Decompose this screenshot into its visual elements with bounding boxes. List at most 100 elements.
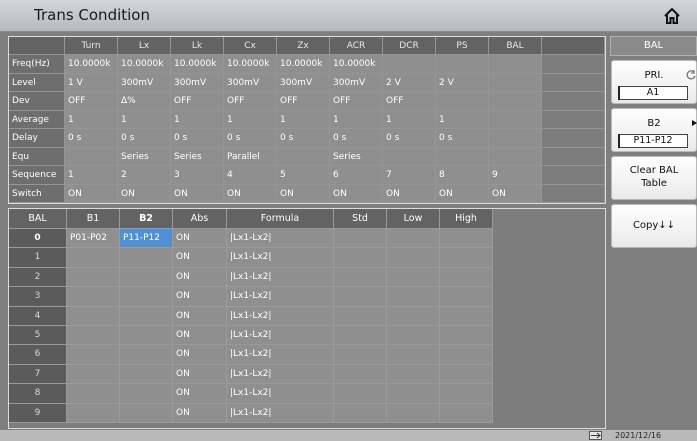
condition-cell[interactable]: ON [489, 184, 542, 203]
condition-cell[interactable]: OFF [383, 92, 436, 111]
condition-cell[interactable]: ON [224, 184, 277, 203]
condition-cell[interactable]: 10.0000k [277, 55, 330, 74]
bal-abs-cell[interactable]: ON [173, 248, 227, 268]
bal-std-cell[interactable] [334, 248, 387, 268]
condition-cell[interactable]: 1 [65, 166, 118, 185]
condition-cell[interactable]: OFF [171, 92, 224, 111]
bal-row[interactable]: 5 ON |Lx1-Lx2| [9, 326, 493, 346]
condition-cell[interactable]: ON [118, 184, 171, 203]
bal-formula-cell[interactable]: |Lx1-Lx2| [227, 364, 334, 385]
condition-cell[interactable] [489, 147, 542, 166]
bal-b1-cell[interactable] [67, 326, 120, 346]
bal-b2-cell[interactable] [120, 248, 173, 268]
condition-cell[interactable] [436, 92, 489, 111]
condition-cell[interactable] [489, 73, 542, 92]
bal-high-cell[interactable] [440, 326, 493, 346]
condition-cell[interactable]: 3 [171, 166, 224, 185]
bal-row[interactable]: 1 ON |Lx1-Lx2| [9, 248, 493, 268]
bal-row[interactable]: 8 ON |Lx1-Lx2| [9, 384, 493, 404]
condition-cell[interactable]: ON [330, 184, 383, 203]
condition-cell[interactable]: 0 s [224, 129, 277, 148]
condition-cell[interactable]: Δ% [118, 92, 171, 111]
bal-b2-cell[interactable] [120, 306, 173, 326]
condition-cell[interactable]: 1 [118, 110, 171, 129]
bal-b1-cell[interactable] [67, 364, 120, 385]
bal-b1-cell[interactable] [67, 345, 120, 365]
bal-std-cell[interactable] [334, 306, 387, 326]
bal-row[interactable]: 7 ON |Lx1-Lx2| [9, 364, 493, 385]
condition-cell[interactable]: Parallel [224, 147, 277, 166]
bal-row[interactable]: 6 ON |Lx1-Lx2| [9, 345, 493, 365]
bal-abs-cell[interactable]: ON [173, 267, 227, 288]
condition-cell[interactable]: 0 s [171, 129, 224, 148]
bal-std-cell[interactable] [334, 229, 387, 249]
bal-formula-cell[interactable]: |Lx1-Lx2| [227, 287, 334, 307]
condition-cell[interactable]: ON [383, 184, 436, 203]
condition-cell[interactable]: 0 s [277, 129, 330, 148]
condition-cell[interactable]: 10.0000k [118, 55, 171, 74]
bal-std-cell[interactable] [334, 287, 387, 307]
bal-high-cell[interactable] [440, 229, 493, 249]
bal-b2-cell[interactable] [120, 384, 173, 404]
bal-formula-cell[interactable]: |Lx1-Lx2| [227, 306, 334, 326]
bal-low-cell[interactable] [387, 384, 440, 404]
bal-row[interactable]: 9 ON |Lx1-Lx2| [9, 403, 493, 423]
bal-low-cell[interactable] [387, 306, 440, 326]
condition-cell[interactable]: ON [436, 184, 489, 203]
bal-std-cell[interactable] [334, 326, 387, 346]
condition-cell[interactable]: Series [118, 147, 171, 166]
condition-cell[interactable] [489, 92, 542, 111]
bal-b1-cell[interactable] [67, 287, 120, 307]
bal-abs-cell[interactable]: ON [173, 364, 227, 385]
bal-low-cell[interactable] [387, 403, 440, 423]
condition-cell[interactable]: 1 [171, 110, 224, 129]
bal-b2-cell[interactable] [120, 403, 173, 423]
condition-cell[interactable]: 0 s [383, 129, 436, 148]
condition-cell[interactable]: ON [171, 184, 224, 203]
condition-cell[interactable]: OFF [277, 92, 330, 111]
bal-row[interactable]: 2 ON |Lx1-Lx2| [9, 267, 493, 288]
bal-abs-cell[interactable]: ON [173, 345, 227, 365]
bal-high-cell[interactable] [440, 248, 493, 268]
condition-cell[interactable]: 10.0000k [330, 55, 383, 74]
bal-formula-cell[interactable]: |Lx1-Lx2| [227, 248, 334, 268]
bal-high-cell[interactable] [440, 384, 493, 404]
condition-cell[interactable]: 1 [383, 110, 436, 129]
bal-abs-cell[interactable]: ON [173, 403, 227, 423]
bal-b1-cell[interactable] [67, 384, 120, 404]
condition-cell[interactable]: 1 [277, 110, 330, 129]
condition-cell[interactable]: 8 [436, 166, 489, 185]
condition-cell[interactable]: 0 s [118, 129, 171, 148]
condition-cell[interactable] [489, 129, 542, 148]
condition-cell[interactable]: 0 s [436, 129, 489, 148]
bal-b1-cell[interactable] [67, 248, 120, 268]
bal-high-cell[interactable] [440, 306, 493, 326]
condition-cell[interactable]: 300mV [277, 73, 330, 92]
condition-cell[interactable]: Series [171, 147, 224, 166]
condition-cell[interactable]: 5 [277, 166, 330, 185]
condition-cell[interactable]: OFF [65, 92, 118, 111]
bal-std-cell[interactable] [334, 384, 387, 404]
bal-b2-cell[interactable] [120, 287, 173, 307]
condition-cell[interactable]: 1 [65, 110, 118, 129]
condition-cell[interactable]: 300mV [171, 73, 224, 92]
bal-abs-cell[interactable]: ON [173, 229, 227, 249]
bal-std-cell[interactable] [334, 403, 387, 423]
pri-value-field[interactable]: A1 [618, 86, 688, 100]
bal-abs-cell[interactable]: ON [173, 287, 227, 307]
bal-b1-cell[interactable]: P01-P02 [67, 229, 120, 249]
condition-cell[interactable]: 9 [489, 166, 542, 185]
condition-cell[interactable] [436, 55, 489, 74]
bal-high-cell[interactable] [440, 345, 493, 365]
condition-cell[interactable]: 300mV [118, 73, 171, 92]
condition-cell[interactable]: 2 V [383, 73, 436, 92]
bal-row[interactable]: 3 ON |Lx1-Lx2| [9, 287, 493, 307]
bal-formula-cell[interactable]: |Lx1-Lx2| [227, 345, 334, 365]
bal-b2-cell[interactable]: P11-P12 [120, 229, 173, 249]
b2-button[interactable]: B2 P11-P12 [611, 108, 697, 152]
bal-low-cell[interactable] [387, 345, 440, 365]
home-icon[interactable] [663, 7, 681, 25]
bal-std-cell[interactable] [334, 267, 387, 288]
bal-high-cell[interactable] [440, 364, 493, 385]
bal-low-cell[interactable] [387, 287, 440, 307]
